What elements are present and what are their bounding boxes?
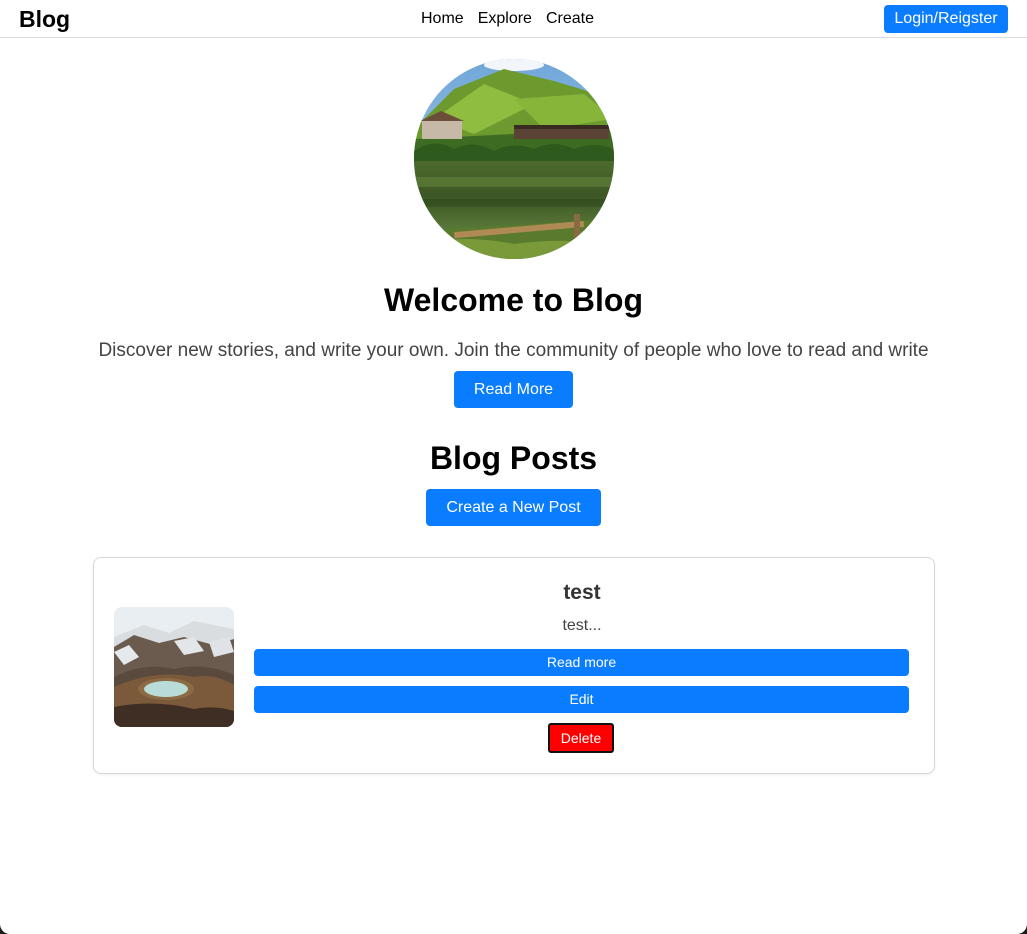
login-register-button[interactable]: Login/Reigster bbox=[884, 5, 1008, 33]
read-more-button[interactable]: Read More bbox=[454, 371, 573, 408]
post-excerpt: test... bbox=[562, 617, 602, 634]
window-corner-left bbox=[0, 914, 20, 934]
post-edit-button[interactable]: Edit bbox=[254, 686, 909, 713]
nav-links: Home Explore Create bbox=[421, 9, 608, 29]
blog-posts-heading: Blog Posts bbox=[429, 440, 598, 476]
post-title: test bbox=[563, 581, 601, 604]
post-card: test test... Read more Edit Delete bbox=[93, 557, 935, 774]
nav-explore-link[interactable]: Explore bbox=[478, 9, 532, 29]
hero-title: Welcome to Blog bbox=[384, 282, 643, 318]
page: Blog Home Explore Create Login/Reigster bbox=[0, 0, 1027, 934]
post-thumbnail[interactable] bbox=[114, 607, 234, 727]
post-read-more-button[interactable]: Read more bbox=[254, 649, 909, 676]
nav-create-link[interactable]: Create bbox=[546, 9, 594, 29]
hero-subtitle: Discover new stories, and write your own… bbox=[98, 340, 929, 361]
navbar: Blog Home Explore Create Login/Reigster bbox=[0, 0, 1027, 38]
brand-logo[interactable]: Blog bbox=[19, 6, 70, 33]
nav-home-link[interactable]: Home bbox=[421, 9, 464, 29]
hero-image bbox=[414, 59, 614, 259]
window-corner-right bbox=[1007, 914, 1027, 934]
create-new-post-button[interactable]: Create a New Post bbox=[426, 489, 601, 526]
post-delete-button[interactable]: Delete bbox=[548, 723, 614, 753]
